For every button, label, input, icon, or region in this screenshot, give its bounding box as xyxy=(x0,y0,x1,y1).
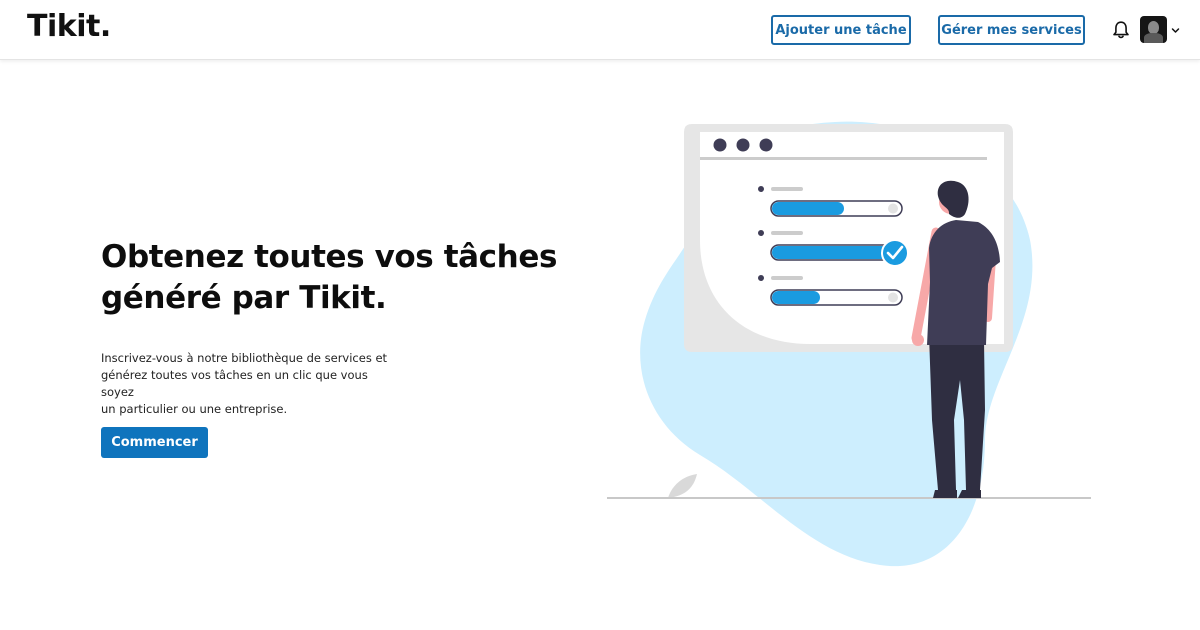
hero-description: Inscrivez-vous à notre bibliothèque de s… xyxy=(101,350,401,418)
top-navbar: Tikit. Ajouter une tâche Gérer mes servi… xyxy=(0,0,1200,60)
hero-description-line-2: générez toutes vos tâches en un clic que… xyxy=(101,368,368,399)
avatar-body xyxy=(1144,33,1163,43)
window-dot xyxy=(759,138,773,152)
get-started-button[interactable]: Commencer xyxy=(101,427,208,458)
window-dot xyxy=(736,138,750,152)
hero-title-line-1: Obtenez toutes vos tâches xyxy=(101,239,557,275)
hero-description-line-3: un particulier ou une entreprise. xyxy=(101,402,288,416)
progress-fill xyxy=(772,246,900,259)
hero-illustration xyxy=(607,121,1091,567)
chevron-down-icon[interactable] xyxy=(1171,26,1180,35)
hero-title: Obtenez toutes vos tâches généré par Tik… xyxy=(101,237,571,319)
window-header-line xyxy=(700,157,987,160)
ground-line xyxy=(607,497,1091,499)
hero-description-line-1: Inscrivez-vous à notre bibliothèque de s… xyxy=(101,351,388,365)
progress-fill xyxy=(772,291,820,304)
window-dot xyxy=(713,138,727,152)
add-task-button[interactable]: Ajouter une tâche xyxy=(771,15,911,45)
manage-services-button[interactable]: Gérer mes services xyxy=(938,15,1085,45)
logo[interactable]: Tikit. xyxy=(27,9,111,44)
avatar[interactable] xyxy=(1140,16,1167,43)
hero-title-line-2: généré par Tikit. xyxy=(101,280,387,316)
progress-fill xyxy=(772,202,844,215)
plant-leaf xyxy=(668,474,697,498)
check-icon xyxy=(881,239,909,267)
bell-icon[interactable] xyxy=(1111,20,1131,40)
